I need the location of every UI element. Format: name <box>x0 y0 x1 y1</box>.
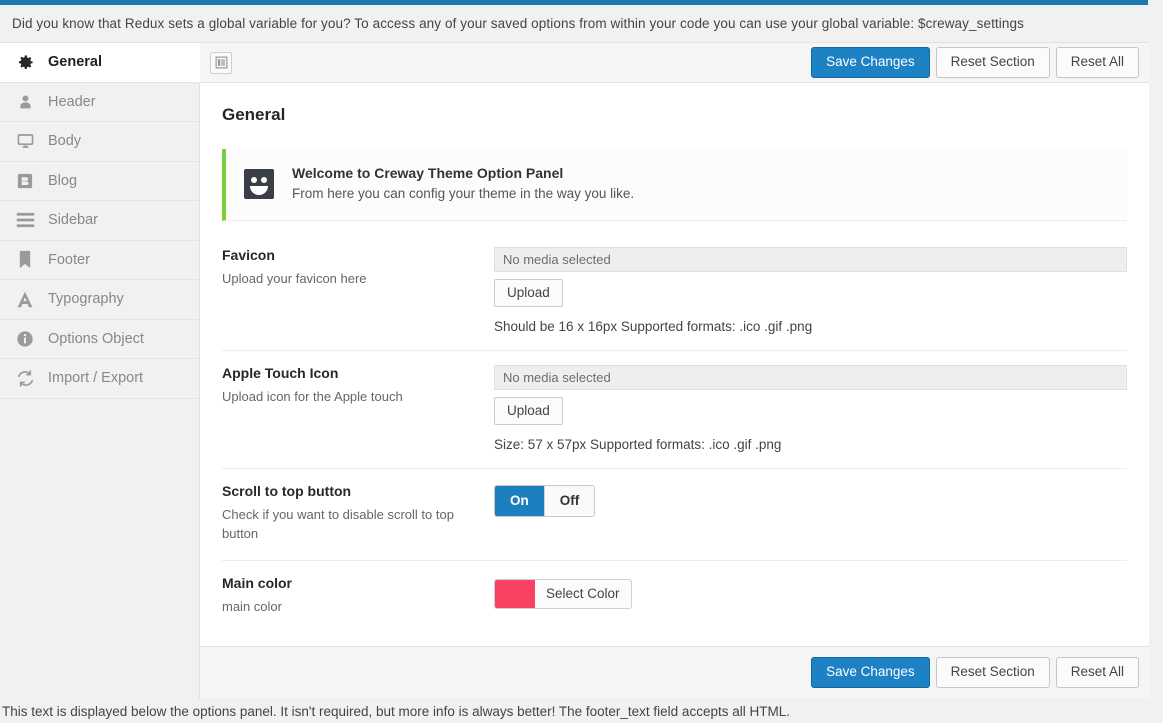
sidebar-item-label: Footer <box>48 251 90 268</box>
smiley-face-icon <box>244 168 274 199</box>
reset-section-button-top[interactable]: Reset Section <box>935 46 1050 79</box>
field-label-group: Favicon Upload your favicon here <box>222 247 494 334</box>
field-label-group: Main color main color <box>222 575 494 617</box>
options-sidebar: General Header Body Blog Sidebar Footer … <box>0 43 200 698</box>
monitor-icon <box>12 130 38 152</box>
apple-touch-icon-hint: Size: 57 x 57px Supported formats: .ico … <box>494 437 782 453</box>
field-control-group: Select Color <box>494 575 1127 617</box>
main-color-picker[interactable]: Select Color <box>494 578 632 609</box>
blog-icon <box>12 170 38 192</box>
field-title: Favicon <box>222 247 275 264</box>
welcome-info-box: Welcome to Creway Theme Option Panel Fro… <box>222 149 1127 222</box>
gear-icon <box>12 51 38 73</box>
page-title: General <box>222 105 286 124</box>
field-control-group: Upload Size: 57 x 57px Supported formats… <box>494 365 1127 452</box>
sidebar-item-blog[interactable]: Blog <box>0 161 199 201</box>
apple-touch-icon-media-input[interactable] <box>494 365 1127 391</box>
options-content: Save Changes Reset Section Reset All Gen… <box>200 43 1149 698</box>
field-title: Main color <box>222 574 293 591</box>
apple-touch-icon-upload-button[interactable]: Upload <box>494 397 563 426</box>
welcome-title: Welcome to Creway Theme Option Panel <box>292 165 564 181</box>
reset-all-button-top[interactable]: Reset All <box>1055 46 1139 79</box>
welcome-subtitle: From here you can config your theme in t… <box>292 186 635 201</box>
sidebar-item-label: Typography <box>48 291 124 308</box>
field-control-group: On Off <box>494 483 1127 544</box>
favicon-upload-button[interactable]: Upload <box>494 279 563 308</box>
field-scroll-to-top: Scroll to top button Check if you want t… <box>222 469 1127 561</box>
expand-panel-icon[interactable] <box>210 51 232 74</box>
footer-button-row: Save Changes Reset Section Reset All <box>811 656 1139 689</box>
sidebar-item-options-object[interactable]: Options Object <box>0 319 199 359</box>
field-apple-touch-icon: Apple Touch Icon Upload icon for the App… <box>222 351 1127 470</box>
sidebar-item-label: Header <box>48 93 96 110</box>
scroll-to-top-toggle[interactable]: On Off <box>494 485 596 518</box>
notice-text: Did you know that Redux sets a global va… <box>12 16 1024 31</box>
panel-footer-bar: Save Changes Reset Section Reset All <box>200 646 1149 698</box>
favicon-media-input[interactable] <box>494 247 1127 273</box>
sidebar-item-footer[interactable]: Footer <box>0 240 199 280</box>
toggle-on-option[interactable]: On <box>495 486 544 517</box>
color-swatch[interactable] <box>495 579 535 608</box>
content-body: General Welcome to Creway Theme Option P… <box>200 83 1149 646</box>
field-control-group: Upload Should be 16 x 16px Supported for… <box>494 247 1127 334</box>
field-main-color: Main color main color Select Color <box>222 561 1127 633</box>
save-changes-button-top[interactable]: Save Changes <box>811 46 930 79</box>
field-favicon: Favicon Upload your favicon here Upload … <box>222 233 1127 352</box>
info-circle-icon <box>12 328 38 350</box>
sidebar-item-general[interactable]: General <box>0 43 200 83</box>
bookmark-icon <box>12 249 38 271</box>
user-icon <box>12 91 38 113</box>
field-title: Apple Touch Icon <box>222 365 339 382</box>
options-panel: General Header Body Blog Sidebar Footer … <box>0 43 1149 698</box>
content-toolbar: Save Changes Reset Section Reset All <box>200 43 1149 83</box>
field-label-group: Apple Touch Icon Upload icon for the App… <box>222 365 494 452</box>
field-title: Scroll to top button <box>222 483 352 500</box>
sidebar-item-body[interactable]: Body <box>0 122 199 162</box>
sidebar-item-label: Sidebar <box>48 212 98 229</box>
sidebar-item-label: Body <box>48 133 82 150</box>
save-changes-button-bottom[interactable]: Save Changes <box>811 656 930 689</box>
field-description: main color <box>222 598 282 614</box>
sidebar-item-label: Blog <box>48 172 78 189</box>
letter-a-icon <box>12 288 38 310</box>
field-description: Upload your favicon here <box>222 271 367 287</box>
refresh-icon <box>12 367 38 389</box>
field-description: Upload icon for the Apple touch <box>222 389 403 405</box>
field-label-group: Scroll to top button Check if you want t… <box>222 483 494 544</box>
redux-notice-bar: Did you know that Redux sets a global va… <box>0 5 1148 43</box>
sidebar-item-sidebar[interactable]: Sidebar <box>0 201 199 241</box>
menu-lines-icon <box>12 209 38 231</box>
reset-all-button-bottom[interactable]: Reset All <box>1055 656 1139 689</box>
sidebar-item-typography[interactable]: Typography <box>0 280 199 320</box>
field-description: Check if you want to disable scroll to t… <box>222 507 454 542</box>
sidebar-item-header[interactable]: Header <box>0 82 199 122</box>
below-panel-text: This text is displayed below the options… <box>2 704 790 719</box>
sidebar-item-label: Options Object <box>48 330 144 347</box>
sidebar-item-label: General <box>48 54 102 71</box>
favicon-hint: Should be 16 x 16px Supported formats: .… <box>494 319 813 335</box>
toggle-off-option[interactable]: Off <box>543 486 595 517</box>
select-color-label[interactable]: Select Color <box>535 580 631 608</box>
reset-section-button-bottom[interactable]: Reset Section <box>935 656 1050 689</box>
toolbar-button-row: Save Changes Reset Section Reset All <box>811 46 1139 79</box>
sidebar-item-import-export[interactable]: Import / Export <box>0 359 199 399</box>
sidebar-item-label: Import / Export <box>48 370 144 387</box>
